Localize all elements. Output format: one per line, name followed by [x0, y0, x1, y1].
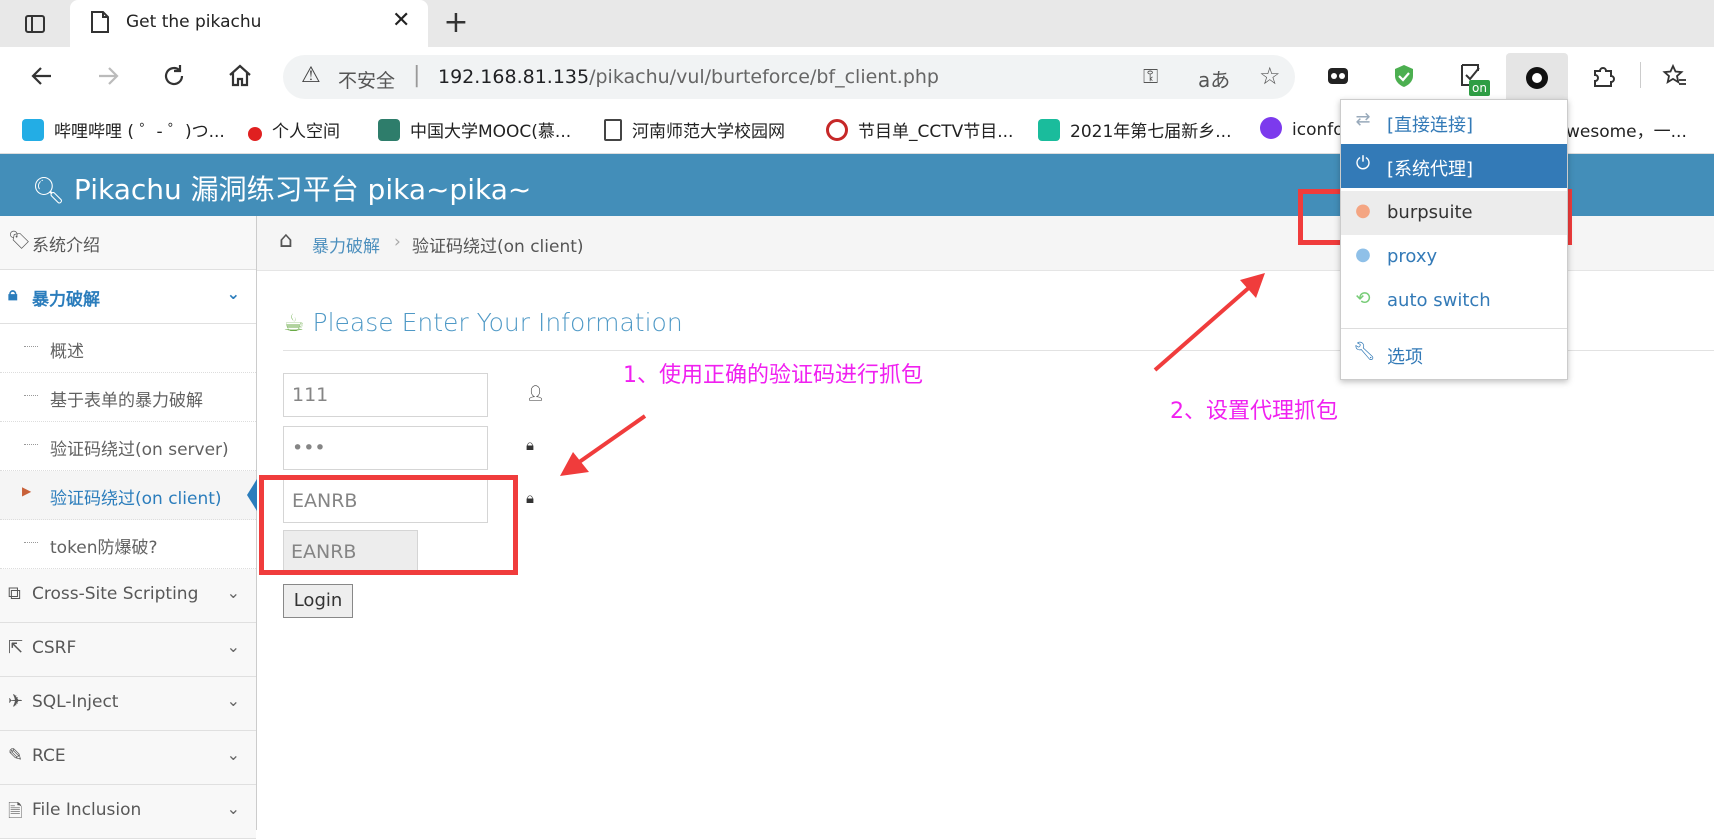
proxy-menu-label: burpsuite	[1387, 202, 1473, 223]
proxy-menu-direct[interactable]: ⇄ [直接连接]	[1341, 100, 1567, 144]
proxy-menu-label: [直接连接]	[1387, 115, 1474, 136]
proxy-menu-label: proxy	[1387, 246, 1438, 267]
arrow-1	[560, 414, 647, 476]
proxy-menu-label: 选项	[1387, 347, 1423, 368]
menu-divider	[1341, 328, 1567, 329]
arrows-icon: ⇄	[1355, 109, 1371, 130]
wrench-icon: 🔧︎	[1353, 341, 1376, 362]
proxy-menu-label: auto switch	[1387, 290, 1491, 311]
globe-icon: ●	[1355, 200, 1371, 221]
proxy-menu-label: [系统代理]	[1387, 159, 1474, 180]
proxy-menu-options[interactable]: 🔧︎ 选项	[1341, 332, 1567, 376]
annotation-step1: 1、使用正确的验证码进行抓包	[623, 363, 923, 388]
proxy-menu-system[interactable]: ⏻ [系统代理]	[1341, 144, 1567, 188]
proxy-menu: ⇄ [直接连接] ⏻ [系统代理] ● burpsuite ● proxy ⟲ …	[1340, 99, 1568, 380]
annotation-step2: 2、设置代理抓包	[1170, 399, 1338, 424]
proxy-menu-auto-switch[interactable]: ⟲ auto switch	[1341, 279, 1567, 323]
arrow-2	[1153, 273, 1265, 372]
proxy-menu-burpsuite[interactable]: ● burpsuite	[1341, 191, 1567, 235]
proxy-menu-proxy[interactable]: ● proxy	[1341, 235, 1567, 279]
retweet-icon: ⟲	[1355, 288, 1371, 309]
globe-icon: ●	[1355, 244, 1371, 265]
power-icon: ⏻	[1355, 153, 1371, 174]
